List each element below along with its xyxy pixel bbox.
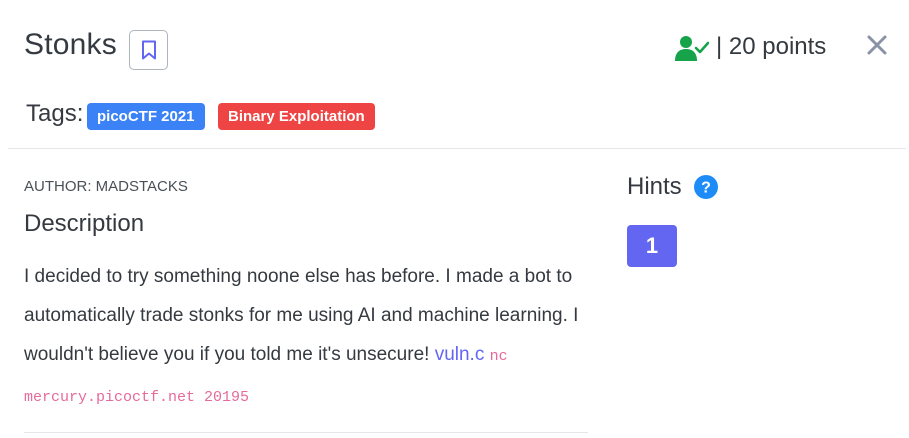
bookmark-button[interactable]: [129, 30, 168, 70]
description-heading: Description: [24, 210, 145, 237]
tag-binary-exploitation[interactable]: Binary Exploitation: [218, 103, 375, 130]
vuln-c-link[interactable]: vuln.c: [435, 344, 485, 365]
challenge-title: Stonks: [24, 28, 117, 61]
hint-button-1[interactable]: 1: [627, 225, 677, 267]
tag-picoctf-2021[interactable]: picoCTF 2021: [87, 103, 205, 130]
tags-label: Tags:: [26, 100, 84, 127]
close-icon[interactable]: [865, 33, 889, 57]
hints-heading: Hints: [627, 173, 682, 200]
challenge-points: | 20 points: [716, 33, 827, 60]
description-divider: [24, 432, 588, 433]
user-check-icon: [675, 36, 709, 61]
bookmark-icon: [141, 40, 156, 60]
question-circle-icon[interactable]: ?: [694, 175, 718, 199]
description-body: I decided to try something noone else ha…: [24, 257, 594, 417]
svg-text:?: ?: [701, 180, 711, 197]
header-divider: [8, 148, 906, 149]
author-label: AUTHOR: MADSTACKS: [24, 178, 188, 195]
